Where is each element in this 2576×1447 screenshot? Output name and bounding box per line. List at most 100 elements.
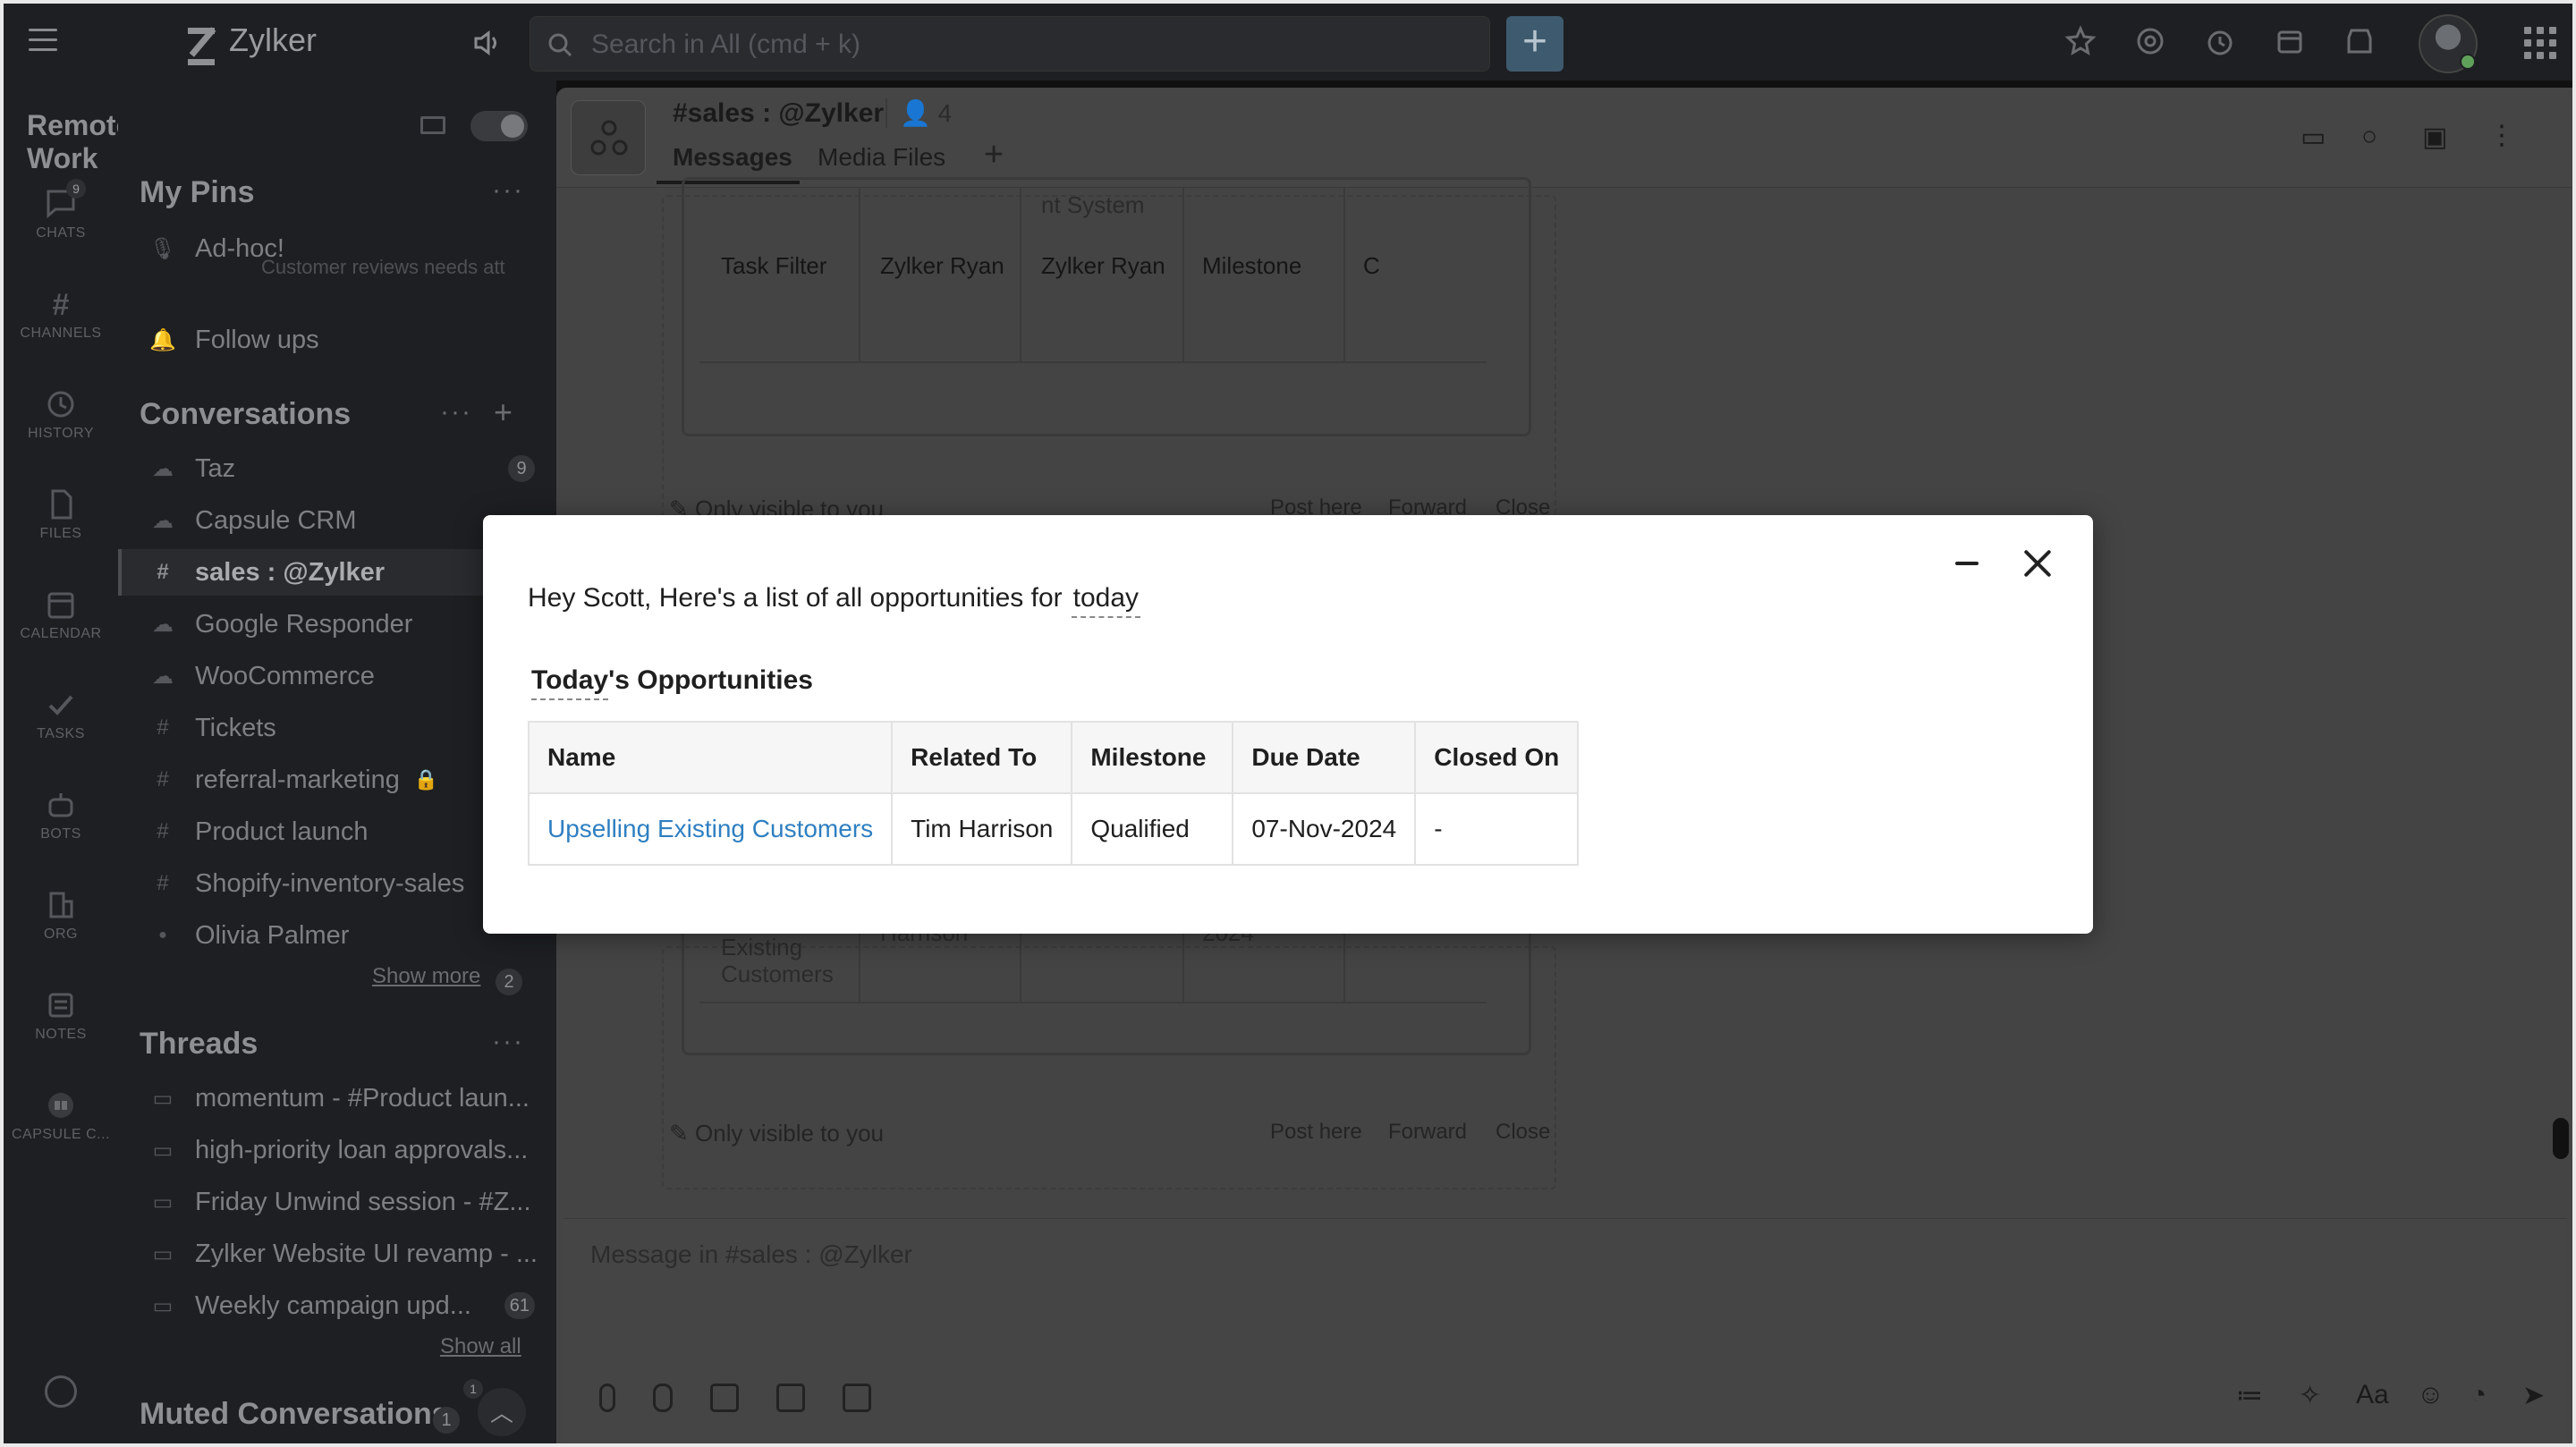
app-name: Zylker bbox=[229, 21, 317, 58]
user-avatar[interactable] bbox=[2419, 14, 2478, 73]
thread-item[interactable]: ▭ Zylker Website UI revamp - ... bbox=[118, 1231, 556, 1277]
collapse-chevron-icon[interactable]: ︿ bbox=[478, 1388, 526, 1436]
post-here-link[interactable]: Post here bbox=[1270, 1120, 1362, 1145]
format-list-icon[interactable]: ≔ bbox=[2236, 1380, 2263, 1411]
screen-icon[interactable] bbox=[420, 116, 445, 134]
new-button[interactable]: + bbox=[1506, 16, 1563, 72]
cloud-icon: ☁ bbox=[152, 664, 174, 689]
schedule-icon[interactable]: ◔ bbox=[2470, 1380, 2487, 1410]
thread-view-icon[interactable]: ▭ bbox=[2301, 122, 2326, 153]
rail-capsule[interactable]: CAPSULE C... bbox=[4, 1089, 118, 1143]
chat-scrollbar[interactable] bbox=[2553, 1118, 2569, 1159]
emoji-icon[interactable]: ☺ bbox=[2417, 1380, 2445, 1410]
pin-item-followups[interactable]: 🔔 Follow ups bbox=[118, 317, 556, 363]
status-dot-icon: ● bbox=[158, 927, 167, 943]
hash-icon: # bbox=[157, 819, 169, 843]
bell-icon: 🔔 bbox=[149, 327, 176, 352]
channel-avatar[interactable] bbox=[571, 100, 646, 175]
eye-off-icon: ✎ bbox=[669, 1120, 696, 1147]
show-all-link[interactable]: Show all bbox=[440, 1334, 521, 1359]
pins-more-icon[interactable]: ··· bbox=[492, 175, 524, 206]
menu-icon[interactable] bbox=[29, 29, 57, 52]
hash-icon: # bbox=[157, 715, 169, 740]
thread-item[interactable]: ▭ high-priority loan approvals... bbox=[118, 1127, 556, 1173]
rail-history[interactable]: HISTORY bbox=[4, 388, 118, 442]
search-icon bbox=[548, 33, 572, 57]
bg-cell: Task Filter bbox=[721, 252, 827, 279]
rail-calendar[interactable]: CALENDAR bbox=[4, 588, 118, 642]
star-icon[interactable] bbox=[2064, 25, 2097, 57]
rail-label: TASKS bbox=[37, 726, 85, 741]
muted-title: Muted Conversations bbox=[140, 1397, 449, 1431]
tab-media-files[interactable]: Media Files bbox=[818, 143, 945, 172]
alarm-icon[interactable] bbox=[2204, 25, 2236, 57]
apps-grid-icon[interactable] bbox=[2524, 27, 2556, 59]
send-icon[interactable]: ➤ bbox=[2522, 1380, 2545, 1411]
mention-icon[interactable] bbox=[2134, 25, 2166, 57]
close-link[interactable]: Close bbox=[1496, 1120, 1550, 1145]
slash-command-icon[interactable] bbox=[843, 1384, 871, 1412]
top-bar: Zylker Search in All (cmd + k) + bbox=[4, 4, 2572, 80]
minimize-icon[interactable] bbox=[1955, 562, 1979, 565]
rail-channels[interactable]: # CHANNELS bbox=[4, 288, 118, 342]
app-logo[interactable]: Zylker bbox=[186, 21, 317, 65]
show-more-count: 2 bbox=[496, 969, 522, 995]
member-count[interactable]: 👤 4 bbox=[886, 98, 952, 128]
hash-icon: # bbox=[157, 767, 169, 791]
message-composer[interactable]: Message in #sales : @Zylker ≔ ✧ Aa ☺ ◔ ➤ bbox=[564, 1218, 2567, 1443]
conversation-label: Product launch bbox=[195, 817, 369, 846]
workspace-name[interactable]: Remote Work bbox=[27, 109, 131, 175]
mic-icon[interactable] bbox=[653, 1384, 673, 1412]
video-check-icon[interactable]: ▣ bbox=[2422, 122, 2447, 153]
calendar-icon bbox=[47, 592, 74, 619]
text-format-button[interactable]: Aa bbox=[2356, 1380, 2389, 1410]
close-icon[interactable] bbox=[2021, 547, 2054, 580]
screen-share-icon[interactable] bbox=[776, 1384, 805, 1412]
rail-org[interactable]: ORG bbox=[4, 889, 118, 943]
archive-icon[interactable] bbox=[2274, 25, 2306, 57]
opportunities-dialog: Hey Scott, Here's a list of all opportun… bbox=[483, 515, 2093, 934]
rail-notes[interactable]: NOTES bbox=[4, 989, 118, 1043]
thread-item[interactable]: ▭ Weekly campaign upd... 61 bbox=[118, 1282, 556, 1329]
thread-item[interactable]: ▭ Friday Unwind session - #Z... bbox=[118, 1179, 556, 1225]
rail-files[interactable]: FILES bbox=[4, 488, 118, 542]
rail-chats[interactable]: 9 CHATS bbox=[4, 179, 118, 241]
heading-keyword[interactable]: Today bbox=[531, 665, 609, 700]
rail-bots[interactable]: BOTS bbox=[4, 789, 118, 842]
mic-icon: 🎙 bbox=[148, 236, 177, 261]
show-more-link[interactable]: Show more bbox=[372, 964, 480, 989]
conversations-more-icon[interactable]: ··· bbox=[440, 397, 472, 427]
attach-icon[interactable] bbox=[599, 1384, 615, 1412]
threads-more-icon[interactable]: ··· bbox=[492, 1027, 524, 1057]
table-header-row: Name Related To Milestone Due Date Close… bbox=[527, 721, 1580, 794]
kebab-menu-icon[interactable]: ⋮ bbox=[2488, 120, 2515, 151]
pin-preview: Customer reviews needs att bbox=[261, 256, 505, 278]
bg-cell: C bbox=[1363, 252, 1380, 279]
status-toggle[interactable] bbox=[470, 111, 528, 141]
rail-tasks[interactable]: TASKS bbox=[4, 689, 118, 742]
opportunity-name-link[interactable]: Upselling Existing Customers bbox=[527, 792, 894, 866]
forward-link[interactable]: Forward bbox=[1388, 1120, 1467, 1145]
speaker-icon[interactable] bbox=[470, 27, 503, 59]
conversation-label: Capsule CRM bbox=[195, 505, 357, 535]
settings-gear-icon[interactable] bbox=[45, 1375, 77, 1408]
video-icon[interactable] bbox=[710, 1384, 739, 1412]
bg-cell: Zylker Ryan bbox=[1041, 252, 1165, 279]
date-keyword[interactable]: today bbox=[1071, 583, 1141, 618]
bg-cell: Existing bbox=[721, 934, 803, 960]
rail-label: FILES bbox=[39, 526, 82, 541]
hash-icon: # bbox=[157, 871, 169, 895]
conversation-label: referral-marketing bbox=[195, 765, 400, 794]
tab-messages[interactable]: Messages bbox=[673, 143, 792, 172]
chat-search-icon[interactable]: ○ bbox=[2361, 122, 2377, 152]
magic-wand-icon[interactable]: ✧ bbox=[2299, 1380, 2321, 1411]
add-conversation-icon[interactable]: + bbox=[494, 393, 513, 431]
add-tab-icon[interactable]: + bbox=[984, 136, 1004, 174]
column-header: Related To bbox=[891, 721, 1073, 794]
conversation-item[interactable]: ☁ Taz 9 bbox=[118, 445, 556, 492]
search-input[interactable]: Search in All (cmd + k) bbox=[530, 16, 1490, 72]
dialog-heading: Today's Opportunities bbox=[531, 665, 813, 700]
thread-item[interactable]: ▭ momentum - #Product laun... bbox=[118, 1075, 556, 1121]
rail-label: NOTES bbox=[35, 1027, 87, 1042]
store-icon[interactable] bbox=[2343, 25, 2376, 57]
